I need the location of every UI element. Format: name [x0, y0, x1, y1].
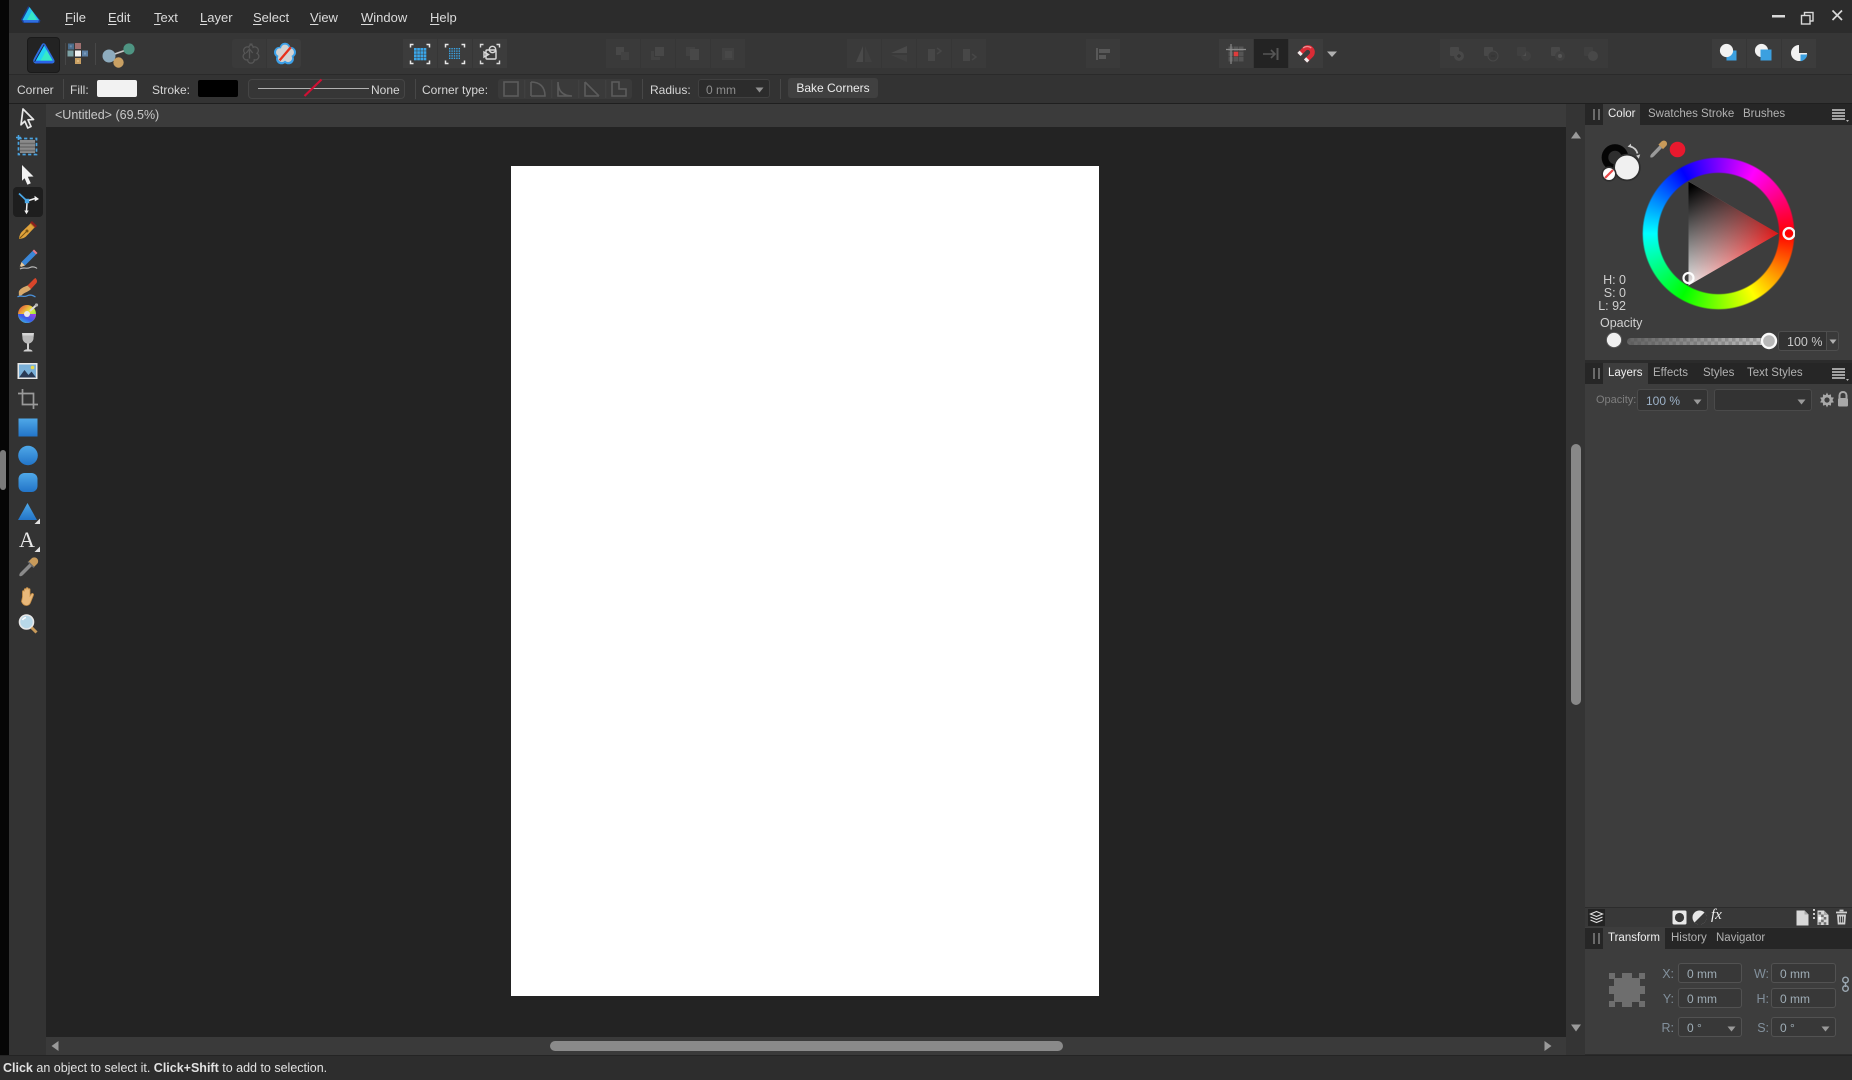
svg-text:A: A — [19, 528, 35, 552]
